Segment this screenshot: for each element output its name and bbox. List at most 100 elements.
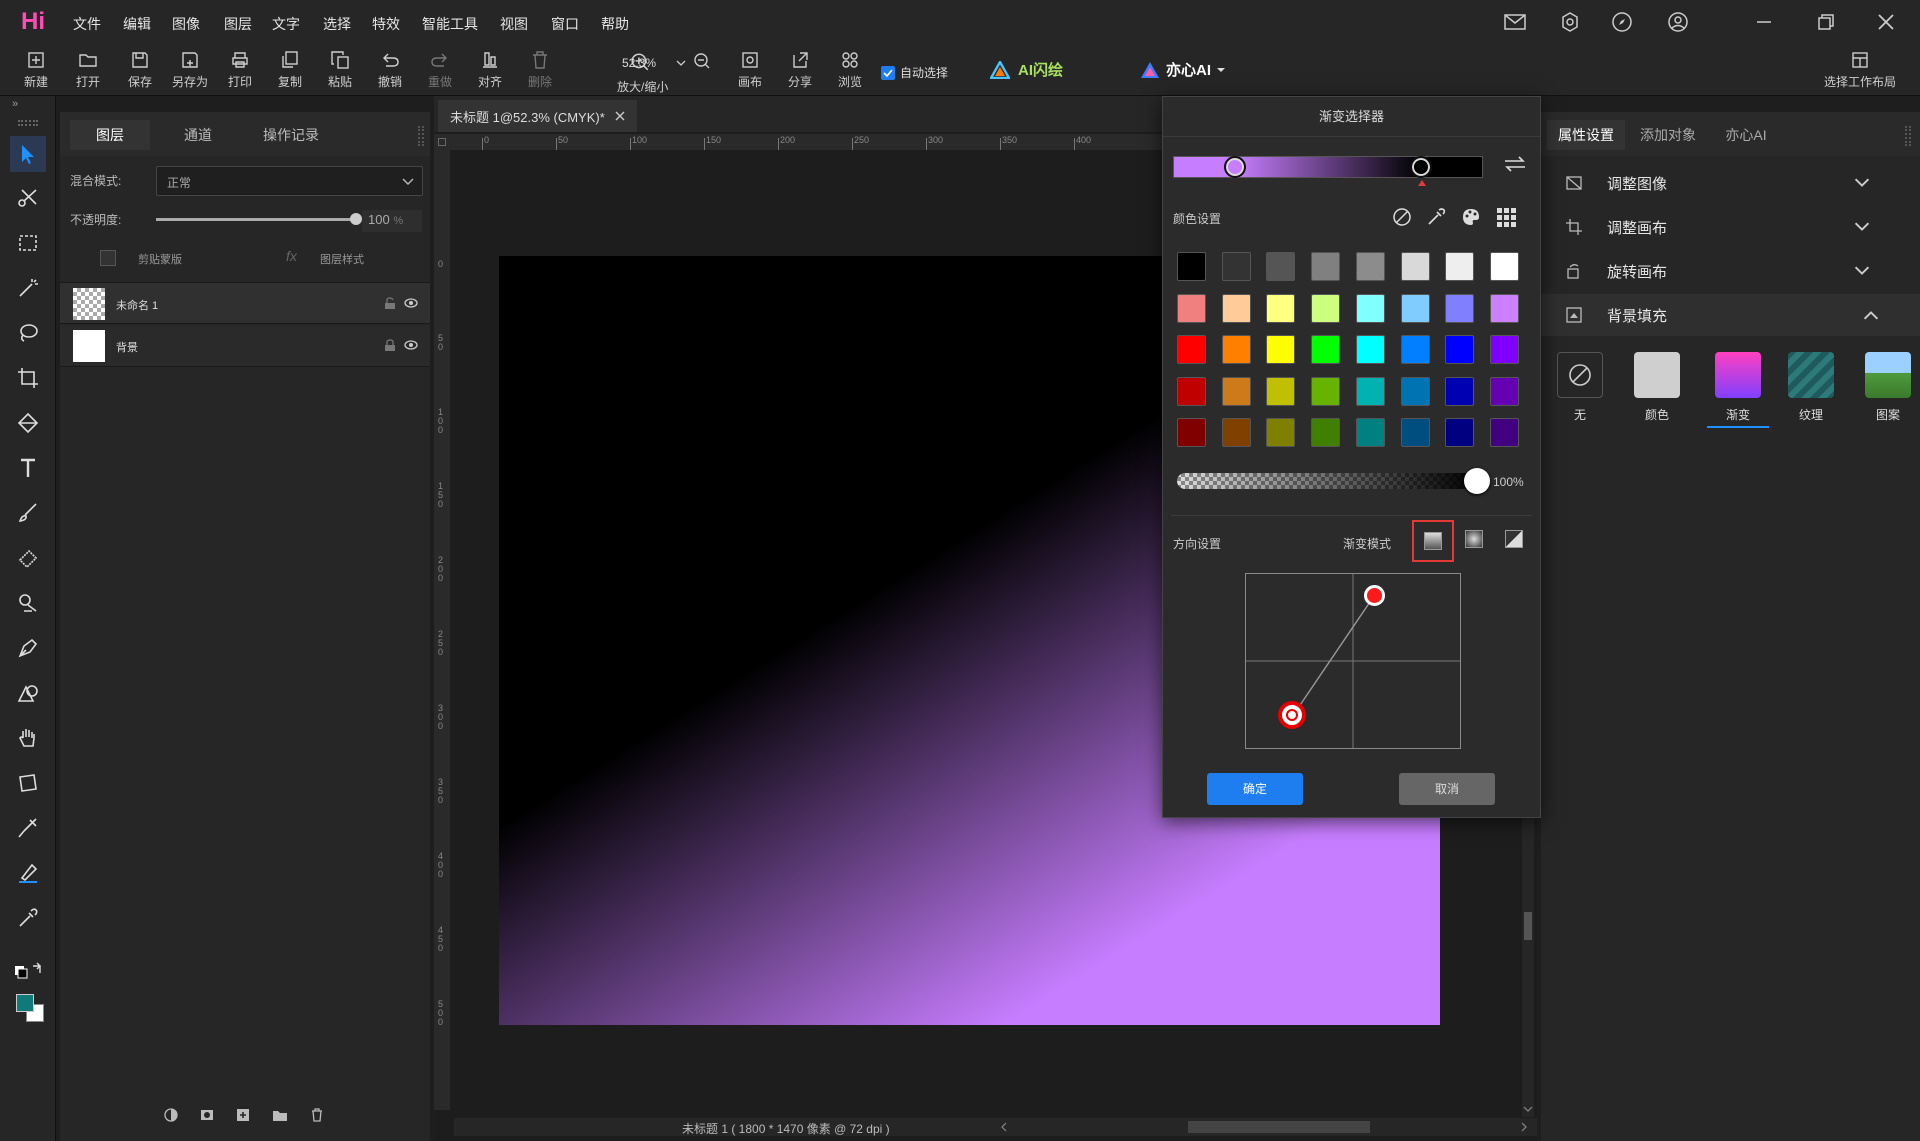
cancel-button[interactable]: 取消 (1399, 773, 1495, 805)
share-button[interactable]: 分享 (778, 50, 822, 94)
gradient-opacity-slider[interactable] (1177, 473, 1477, 489)
compass-icon[interactable] (1602, 8, 1642, 36)
palette-swatch[interactable] (1445, 376, 1475, 406)
scroll-right-icon[interactable] (1520, 1122, 1528, 1132)
eyedropper-tool-icon[interactable] (10, 900, 46, 936)
palette-swatch[interactable] (1311, 376, 1341, 406)
document-tab[interactable]: 未标题 1@52.3% (CMYK)* (438, 100, 637, 132)
lock-icon[interactable] (384, 339, 396, 352)
yixin-ai-dropdown[interactable]: 亦心AI (1140, 59, 1226, 80)
palette-swatch[interactable] (1221, 335, 1251, 364)
folder-icon[interactable] (272, 1108, 288, 1122)
palette-icon[interactable] (1461, 207, 1481, 230)
section-adjust-canvas[interactable]: 调整画布 (1551, 206, 1911, 248)
palette-swatch[interactable] (1489, 293, 1519, 323)
tab-properties[interactable]: 属性设置 (1547, 120, 1625, 150)
zoom-value[interactable]: 52.3% (622, 56, 656, 70)
tab-layers[interactable]: 图层 (70, 120, 150, 150)
palette-swatch[interactable] (1311, 418, 1341, 447)
move-tool-icon[interactable] (10, 136, 46, 172)
palette-swatch[interactable] (1221, 418, 1251, 447)
auto-select-toggle[interactable]: 自动选择 (881, 64, 948, 81)
direction-end-handle[interactable] (1364, 585, 1385, 606)
palette-swatch[interactable] (1355, 376, 1385, 406)
direction-editor[interactable] (1245, 573, 1461, 749)
new-layer-icon[interactable] (236, 1108, 250, 1122)
swap-colors-icon[interactable] (14, 962, 44, 983)
visibility-eye-icon[interactable] (404, 340, 418, 350)
unlock-icon[interactable] (384, 297, 396, 310)
palette-swatch[interactable] (1311, 335, 1341, 364)
menu-item[interactable]: 智能工具 (422, 14, 478, 34)
layer-row[interactable]: 未命名 1 (60, 282, 430, 324)
palette-swatch[interactable] (1355, 252, 1385, 281)
palette-swatch[interactable] (1400, 252, 1430, 281)
gradient-stop-handle[interactable] (1410, 156, 1432, 178)
palette-swatch[interactable] (1445, 252, 1475, 281)
palette-swatch[interactable] (1445, 293, 1475, 323)
palette-swatch[interactable] (1266, 293, 1296, 323)
section-rotate-canvas[interactable]: 旋转画布 (1551, 250, 1911, 292)
text-tool-icon[interactable] (10, 450, 46, 486)
palette-swatch[interactable] (1177, 252, 1206, 281)
save-button[interactable]: 保存 (118, 50, 162, 94)
highlighter-tool-icon[interactable] (10, 855, 46, 891)
ai-draw-button[interactable]: AI闪绘 (990, 59, 1063, 80)
fill-option-gradient[interactable]: 渐变 (1707, 352, 1769, 428)
layer-style-label[interactable]: 图层样式 (320, 251, 364, 267)
palette-swatch[interactable] (1400, 293, 1430, 323)
chevron-down-icon[interactable] (676, 56, 686, 66)
palette-swatch[interactable] (1221, 252, 1251, 281)
print-button[interactable]: 打印 (218, 50, 262, 94)
menu-item[interactable]: 图层 (224, 14, 252, 34)
visibility-eye-icon[interactable] (404, 298, 418, 308)
direction-start-handle[interactable] (1278, 701, 1306, 729)
palette-swatch[interactable] (1489, 335, 1519, 364)
linear-mode-button[interactable] (1412, 520, 1454, 562)
grip-icon[interactable] (18, 120, 38, 126)
scroll-left-icon[interactable] (1000, 1122, 1008, 1132)
no-color-icon[interactable] (1392, 207, 1412, 230)
eraser-tool-icon[interactable] (10, 540, 46, 576)
delete-button[interactable]: 删除 (518, 50, 562, 94)
expand-icon[interactable]: » (12, 98, 18, 110)
open-button[interactable]: 打开 (66, 50, 110, 94)
menu-item[interactable]: 文字 (272, 14, 300, 34)
tab-history[interactable]: 操作记录 (246, 120, 336, 150)
radial-gradient-icon[interactable] (1465, 530, 1483, 548)
menu-item[interactable]: 编辑 (123, 14, 151, 34)
ok-button[interactable]: 确定 (1207, 773, 1303, 805)
transform-tool-icon[interactable] (10, 765, 46, 801)
section-adjust-image[interactable]: 调整图像 (1551, 162, 1911, 204)
menu-item[interactable]: 文件 (73, 14, 101, 34)
layer-name[interactable]: 未命名 1 (116, 297, 158, 313)
gradient-preview-bar[interactable] (1173, 156, 1483, 178)
palette-swatch[interactable] (1266, 252, 1296, 281)
palette-swatch[interactable] (1489, 376, 1519, 406)
palette-swatch[interactable] (1445, 335, 1475, 364)
restore-icon[interactable] (1806, 8, 1846, 36)
palette-swatch[interactable] (1266, 376, 1296, 406)
palette-swatch[interactable] (1221, 376, 1251, 406)
workspace-button[interactable]: 选择工作布局 (1822, 50, 1898, 94)
fill-option-color[interactable]: 颜色 (1630, 352, 1684, 423)
copy-button[interactable]: 复制 (268, 50, 312, 94)
palette-swatch[interactable] (1400, 376, 1430, 406)
fill-tool-icon[interactable] (10, 405, 46, 441)
menu-item[interactable]: 视图 (500, 14, 528, 34)
fill-option-none[interactable]: 无 (1553, 352, 1607, 423)
opacity-slider[interactable] (156, 218, 356, 221)
browse-button[interactable]: 浏览 (828, 50, 872, 94)
palette-swatch[interactable] (1266, 335, 1296, 364)
palette-swatch[interactable] (1177, 376, 1206, 406)
adjustment-layer-icon[interactable] (164, 1108, 178, 1122)
grid-swatches-icon[interactable] (1496, 207, 1516, 230)
section-background-fill[interactable]: 背景填充 (1541, 294, 1920, 336)
cutout-tool-icon[interactable] (10, 180, 46, 216)
palette-swatch[interactable] (1177, 293, 1206, 323)
tab-yixin-ai[interactable]: 亦心AI (1711, 120, 1781, 150)
magic-wand-icon[interactable] (10, 270, 46, 306)
menu-item[interactable]: 图像 (172, 14, 200, 34)
zoom-out-icon[interactable] (693, 52, 711, 73)
opacity-input[interactable]: 100 % (362, 210, 422, 232)
